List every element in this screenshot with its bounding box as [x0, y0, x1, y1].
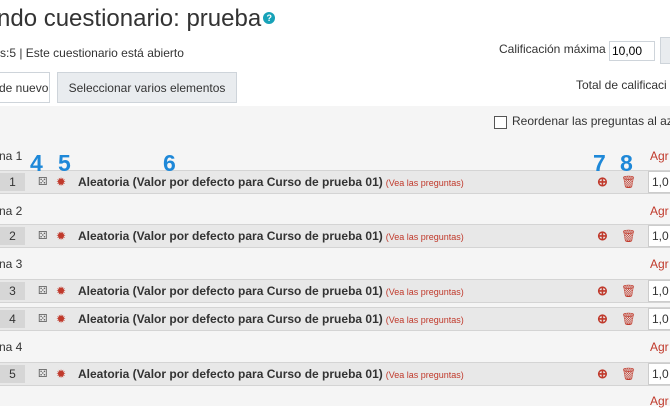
view-questions-link[interactable]: (Vea las preguntas) — [386, 315, 464, 325]
question-row: 5 ⚄ ✹ Aleatoria (Valor por defecto para … — [0, 362, 670, 386]
slot-number: 5 — [0, 365, 25, 383]
slot-number: 3 — [0, 282, 25, 300]
quiz-content-area — [0, 106, 670, 406]
add-question-link[interactable]: Agr — [650, 257, 669, 271]
question-circle-icon[interactable]: ? — [263, 11, 276, 24]
page-label: na 2 — [0, 204, 23, 218]
gear-icon[interactable]: ✹ — [56, 175, 66, 189]
view-questions-link[interactable]: (Vea las preguntas) — [386, 232, 464, 242]
gear-icon[interactable]: ✹ — [56, 367, 66, 381]
question-title: Aleatoria (Valor por defecto para Curso … — [78, 175, 383, 189]
gear-icon[interactable]: ✹ — [56, 229, 66, 243]
annotation-number: 8 — [620, 150, 633, 176]
preview-icon[interactable]: ⊕ — [597, 367, 608, 381]
max-grade-label: Calificación máxima — [499, 42, 606, 56]
preview-icon[interactable]: ⊕ — [597, 229, 608, 243]
select-multiple-button[interactable]: Seleccionar varios elementos — [57, 72, 237, 103]
page-label: na 4 — [0, 340, 23, 354]
question-name: Aleatoria (Valor por defecto para Curso … — [78, 284, 464, 298]
question-title: Aleatoria (Valor por defecto para Curso … — [78, 229, 383, 243]
dice-icon: ⚄ — [38, 230, 48, 242]
repaginate-button[interactable]: de nuevo — [0, 72, 50, 103]
preview-icon[interactable]: ⊕ — [597, 175, 608, 189]
add-question-link[interactable]: Agr — [650, 204, 669, 218]
save-grade-button[interactable] — [660, 37, 670, 64]
question-row: 1 ⚄ ✹ Aleatoria (Valor por defecto para … — [0, 170, 670, 194]
repaginate-label: de nuevo — [0, 80, 49, 95]
annotation-number: 4 — [30, 150, 43, 176]
question-name: Aleatoria (Valor por defecto para Curso … — [78, 367, 464, 381]
shuffle-label: Reordenar las preguntas al az — [512, 114, 670, 128]
shuffle-checkbox[interactable] — [494, 116, 507, 129]
dice-icon: ⚄ — [38, 313, 48, 325]
gear-icon[interactable]: ✹ — [56, 312, 66, 326]
select-multiple-label: Seleccionar varios elementos — [68, 80, 226, 95]
slot-number: 1 — [0, 173, 25, 191]
page-label: na 1 — [0, 149, 23, 163]
trash-icon[interactable]: 🗑 — [621, 367, 636, 381]
dice-icon: ⚄ — [38, 285, 48, 297]
mark-input[interactable]: 1,0 — [648, 280, 670, 302]
question-name: Aleatoria (Valor por defecto para Curso … — [78, 312, 464, 326]
add-question-link[interactable]: Agr — [650, 394, 669, 408]
preview-icon[interactable]: ⊕ — [597, 284, 608, 298]
question-row: 2 ⚄ ✹ Aleatoria (Valor por defecto para … — [0, 224, 670, 248]
question-title: Aleatoria (Valor por defecto para Curso … — [78, 367, 383, 381]
max-grade-input[interactable] — [609, 41, 655, 61]
question-title: Aleatoria (Valor por defecto para Curso … — [78, 312, 383, 326]
trash-icon[interactable]: 🗑 — [621, 229, 636, 243]
annotation-number: 6 — [163, 150, 176, 176]
question-name: Aleatoria (Valor por defecto para Curso … — [78, 229, 464, 243]
question-name: Aleatoria (Valor por defecto para Curso … — [78, 175, 464, 189]
page-title-text: ndo cuestionario: prueba — [0, 5, 262, 32]
trash-icon[interactable]: 🗑 — [621, 175, 636, 189]
preview-icon[interactable]: ⊕ — [597, 312, 608, 326]
trash-icon[interactable]: 🗑 — [621, 312, 636, 326]
add-question-link[interactable]: Agr — [650, 149, 669, 163]
question-row: 3 ⚄ ✹ Aleatoria (Valor por defecto para … — [0, 279, 670, 303]
quiz-status: s:5 | Este cuestionario está abierto — [0, 46, 184, 60]
dice-icon: ⚄ — [38, 176, 48, 188]
annotation-number: 5 — [58, 150, 71, 176]
page-label: na 3 — [0, 257, 23, 271]
mark-input[interactable]: 1,0 — [648, 308, 670, 330]
page-title: ndo cuestionario: prueba? — [0, 5, 276, 33]
question-title: Aleatoria (Valor por defecto para Curso … — [78, 284, 383, 298]
dice-icon: ⚄ — [38, 368, 48, 380]
view-questions-link[interactable]: (Vea las preguntas) — [386, 178, 464, 188]
gear-icon[interactable]: ✹ — [56, 284, 66, 298]
question-row: 4 ⚄ ✹ Aleatoria (Valor por defecto para … — [0, 307, 670, 331]
mark-input[interactable]: 1,0 — [648, 171, 670, 193]
total-grade-label: Total de calificaci — [576, 78, 667, 92]
mark-input[interactable]: 1,0 — [648, 225, 670, 247]
add-question-link[interactable]: Agr — [650, 340, 669, 354]
mark-input[interactable]: 1,0 — [648, 363, 670, 385]
view-questions-link[interactable]: (Vea las preguntas) — [386, 370, 464, 380]
annotation-number: 7 — [593, 150, 606, 176]
view-questions-link[interactable]: (Vea las preguntas) — [386, 287, 464, 297]
trash-icon[interactable]: 🗑 — [621, 284, 636, 298]
slot-number: 4 — [0, 310, 25, 328]
slot-number: 2 — [0, 227, 25, 245]
